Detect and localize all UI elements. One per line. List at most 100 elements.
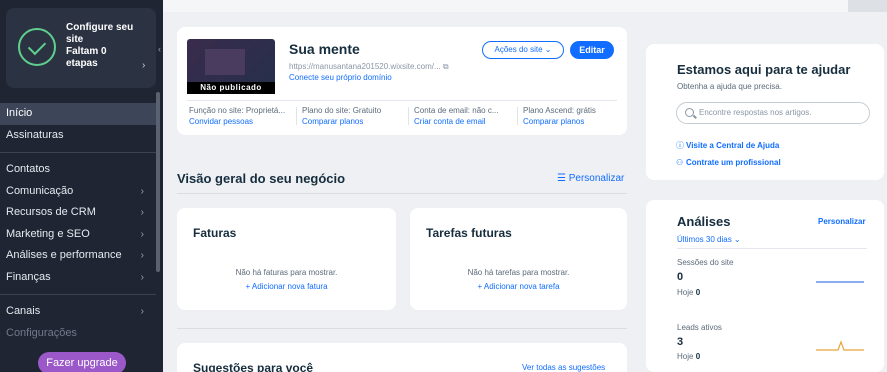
sidebar-scrollbar[interactable]: [156, 92, 160, 272]
suggestions-card: Sugestões para você Ver todas as sugestõ…: [177, 343, 627, 372]
sidebar-item-financas[interactable]: Finanças ›: [0, 267, 156, 289]
site-name: Sua mente: [289, 41, 360, 57]
checkmark-icon: [18, 28, 56, 66]
sidebar-item-label: Canais: [6, 305, 41, 317]
question-icon: ⓘ: [676, 141, 684, 150]
search-icon: [685, 108, 694, 117]
overview-title: Visão geral do seu negócio: [177, 171, 346, 186]
divider: [0, 152, 156, 153]
divider: [0, 294, 156, 295]
setup-progress-card[interactable]: Configure seu site Faltam 0 etapas ›: [6, 8, 156, 88]
sidebar-item-analises[interactable]: Análises e performance ›: [0, 245, 156, 267]
leads-label: Leads ativos: [677, 323, 722, 332]
add-invoice-link[interactable]: + Adicionar nova fatura: [177, 282, 396, 291]
top-bar: [163, 0, 887, 12]
ascend-plan-info: Plano Ascend: grátis Comparar planos: [517, 105, 596, 127]
site-card: Não publicado Sua mente https://manusant…: [177, 27, 627, 135]
sidebar-item-contatos[interactable]: Contatos: [0, 159, 156, 181]
site-actions-button[interactable]: Ações do site ⌄: [482, 41, 564, 59]
invoices-card: Faturas Não há faturas para mostrar. + A…: [177, 208, 396, 310]
leads-sparkline: [816, 340, 864, 351]
collapse-sidebar-icon[interactable]: ‹: [158, 44, 161, 54]
suggestions-title: Sugestões para você: [193, 361, 314, 372]
sidebar-item-canais[interactable]: Canais ›: [0, 301, 156, 323]
email-account-info: Conta de email: não c... Criar conta de e…: [408, 105, 499, 127]
sidebar-item-label: Início: [6, 107, 33, 119]
leads-value: 3: [677, 336, 684, 348]
info-key: Plano Ascend: grátis: [523, 106, 596, 115]
external-link-icon[interactable]: ⧉: [443, 62, 449, 71]
sessions-sparkline: [816, 281, 864, 283]
sessions-label: Sessões do site: [677, 258, 734, 267]
chevron-down-icon: ⌄: [733, 235, 741, 244]
chevron-right-icon: ›: [142, 60, 146, 71]
people-icon: ⚇: [676, 158, 684, 167]
sidebar-item-label: Assinaturas: [6, 128, 64, 141]
sidebar-item-configuracoes[interactable]: Configurações: [0, 323, 156, 345]
sidebar-item-label: Contatos: [6, 163, 51, 175]
sidebar-item-comunicacao[interactable]: Comunicação ›: [0, 181, 156, 203]
invoices-empty-text: Não há faturas para mostrar.: [235, 268, 338, 277]
search-placeholder: Encontre respostas nos artigos.: [699, 108, 812, 117]
tasks-empty-text: Não há tarefas para mostrar.: [467, 268, 570, 277]
chevron-down-icon: ⌄: [544, 45, 552, 54]
invite-people-link[interactable]: Convidar pessoas: [189, 116, 285, 127]
hire-professional-link[interactable]: ⚇ Contrate um profissional: [676, 158, 781, 167]
add-task-link[interactable]: + Adicionar nova tarefa: [410, 282, 627, 291]
help-center-link[interactable]: ⓘ Visite a Central de Ajuda: [676, 140, 779, 151]
help-card: Estamos aqui para te ajudar Obtenha a aj…: [646, 44, 884, 180]
sidebar-item-label: Recursos de CRM: [6, 206, 96, 218]
site-url[interactable]: https://manusantana201520.wixsite.com/..…: [289, 62, 449, 72]
edit-site-button[interactable]: Editar: [570, 41, 614, 59]
compare-plans-link[interactable]: Comparar planos: [302, 116, 381, 127]
help-center-label: Visite a Central de Ajuda: [686, 141, 780, 150]
sidebar: Configure seu site Faltam 0 etapas › ‹ I…: [0, 0, 163, 372]
connect-domain-link[interactable]: Conecte seu próprio domínio: [289, 73, 392, 82]
sidebar-item-inicio[interactable]: Início: [0, 103, 156, 125]
create-email-link[interactable]: Criar conta de email: [414, 116, 499, 127]
sliders-icon: ☰: [557, 173, 566, 184]
chevron-right-icon: ›: [140, 228, 144, 240]
chevron-right-icon: ›: [140, 271, 144, 283]
sidebar-item-marketing[interactable]: Marketing e SEO ›: [0, 224, 156, 246]
help-title: Estamos aqui para te ajudar: [677, 62, 851, 77]
see-all-suggestions-link[interactable]: Ver todas as sugestões: [522, 363, 605, 372]
sparkline-path: [816, 340, 864, 351]
top-right-area: [848, 0, 887, 12]
analytics-personalize-link[interactable]: Personalizar: [818, 217, 866, 226]
sidebar-nav: Início Assinaturas Contatos Comunicação ›…: [0, 103, 156, 344]
compare-plans-link[interactable]: Comparar planos: [523, 116, 596, 127]
leads-today: Hoje 0: [677, 352, 700, 361]
info-key: Função no site: Proprietá...: [189, 106, 286, 115]
hire-professional-label: Contrate um profissional: [686, 158, 781, 167]
sidebar-item-label: Marketing e SEO: [6, 227, 90, 240]
unpublished-badge: Não publicado: [187, 82, 275, 94]
info-key: Plano do site: Gratuito: [302, 106, 382, 115]
chevron-right-icon: ›: [140, 250, 144, 261]
divider: [177, 193, 627, 194]
analytics-card: Análises Personalizar Últimos 30 dias ⌄ …: [646, 200, 884, 372]
chevron-right-icon: ›: [140, 306, 144, 317]
today-label: Hoje: [677, 288, 694, 297]
site-url-text: https://manusantana201520.wixsite.com/..…: [289, 62, 441, 71]
sidebar-item-label: Comunicação: [6, 184, 74, 197]
thumbnail-preview: [205, 49, 245, 75]
info-key: Conta de email: não c...: [414, 106, 499, 115]
sidebar-item-assinaturas[interactable]: Assinaturas: [0, 125, 156, 147]
site-plan-info: Plano do site: Gratuito Comparar planos: [295, 105, 382, 127]
date-range-dropdown[interactable]: Últimos 30 dias ⌄: [677, 235, 741, 244]
setup-line-4: etapas: [66, 58, 98, 69]
sidebar-item-label: Finanças: [6, 270, 51, 283]
divider: [677, 248, 867, 249]
today-label: Hoje: [677, 352, 694, 361]
sidebar-item-crm[interactable]: Recursos de CRM ›: [0, 202, 156, 224]
upgrade-button[interactable]: Fazer upgrade: [38, 352, 126, 372]
setup-line-1: Configure seu: [66, 22, 134, 33]
setup-text: Configure seu site Faltam 0 etapas: [66, 22, 136, 70]
today-value: 0: [695, 288, 701, 297]
setup-line-2: site: [66, 34, 84, 45]
chevron-right-icon: ›: [140, 185, 144, 197]
tasks-card: Tarefas futuras Não há tarefas para most…: [410, 208, 627, 310]
help-search-input[interactable]: Encontre respostas nos artigos.: [676, 102, 870, 124]
personalize-button[interactable]: ☰ Personalizar: [557, 173, 624, 184]
